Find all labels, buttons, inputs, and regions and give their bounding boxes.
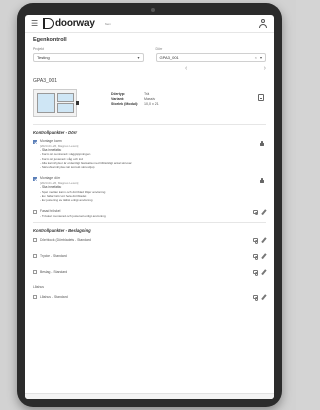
- checklist-group: Låshus: [25, 283, 274, 292]
- lock-icon[interactable]: [260, 178, 264, 184]
- bottom-bar: [25, 393, 274, 399]
- group-title: Låshus: [33, 285, 44, 290]
- divider: [33, 222, 266, 224]
- item-actions: [252, 269, 266, 276]
- project-value: Testing: [37, 55, 50, 60]
- item-bullet: - Tröskel monterad och justerad enligt a…: [40, 214, 106, 219]
- door-specs: Dörrtyp: Trä Variant: Massiv Storlek (Mo…: [111, 92, 159, 107]
- checkbox[interactable]: [33, 210, 37, 215]
- door-field: Dörr GPA3_001 × ▾: [155, 47, 266, 62]
- app-screen: ☰ doorway Nem Egenkontroll Projekt Testi…: [25, 15, 274, 399]
- camera-icon[interactable]: [252, 254, 259, 260]
- camera-icon[interactable]: [252, 270, 259, 276]
- item-bullet: - Ev justering av tätlist enligt anvisni…: [40, 198, 93, 203]
- checkbox[interactable]: [33, 270, 37, 275]
- chevron-down-icon: ▾: [259, 55, 262, 60]
- top-bar: ☰ doorway Nem: [25, 15, 274, 33]
- section-title-door: Kontrollpunkter - Dörr: [33, 130, 77, 135]
- checklist-item: Montage karm [2023-01-26, Magnus Lexén] …: [25, 137, 274, 171]
- door-value: GPA3_001: [159, 55, 179, 60]
- door-select[interactable]: GPA3_001 × ▾: [155, 53, 266, 62]
- lock-icon[interactable]: [260, 141, 264, 146]
- checkbox[interactable]: [33, 140, 37, 144]
- checklist-item: Beslag - Standard: [25, 267, 274, 280]
- door-summary: Dörrtyp: Trä Variant: Massiv Storlek (Mo…: [25, 88, 274, 122]
- camera-icon[interactable]: [252, 238, 259, 244]
- section-title-hardware: Kontrollpunkter - Beslagning: [33, 228, 91, 234]
- camera-icon[interactable]: [252, 295, 259, 301]
- project-select[interactable]: Testing ▾: [33, 53, 144, 62]
- topbar-subtitle: Nem: [104, 21, 112, 26]
- checkbox[interactable]: [33, 177, 37, 182]
- item-title: Låshus - Standard: [40, 295, 68, 300]
- camera-icon[interactable]: [252, 210, 259, 216]
- checklist-item: Trycke - Standard: [25, 251, 274, 264]
- camera-dot: [151, 8, 155, 12]
- door-drawing: [33, 89, 79, 117]
- clear-icon[interactable]: ×: [255, 55, 257, 60]
- document-icon[interactable]: [258, 94, 264, 101]
- next-door-button[interactable]: ›: [264, 65, 266, 72]
- page-title: Egenkontroll: [33, 37, 67, 43]
- item-actions: [252, 253, 266, 260]
- item-title: Trycke - Standard: [40, 254, 67, 259]
- door-navigation: ‹ ›: [25, 62, 274, 72]
- item-actions: [252, 209, 266, 216]
- logo[interactable]: doorway: [43, 18, 95, 29]
- checkbox[interactable]: [33, 254, 37, 259]
- logo-mark: [43, 18, 54, 29]
- chevron-down-icon: ▾: [137, 55, 140, 60]
- checklist-item: Låshus - Standard: [25, 292, 274, 305]
- logo-text: doorway: [55, 18, 95, 29]
- filter-fields: Projekt Testing ▾ Dörr GPA3_001 × ▾: [25, 47, 274, 62]
- item-actions: [252, 294, 266, 301]
- previous-door-button[interactable]: ‹: [185, 65, 187, 72]
- item-actions: [252, 237, 266, 244]
- user-icon[interactable]: [258, 18, 268, 29]
- door-label: Dörr: [155, 47, 163, 51]
- item-title: Beslag - Standard: [40, 270, 68, 275]
- checklist-item: Montage dörr [2023-01-26, Magnus Lexén] …: [25, 174, 274, 204]
- item-bullet: - Skruv/karmhylsa när korrekt skruvdjup: [40, 165, 95, 170]
- stage: ☰ doorway Nem Egenkontroll Projekt Testi…: [0, 0, 296, 410]
- project-field: Projekt Testing ▾: [33, 47, 144, 62]
- divider: [33, 124, 266, 125]
- door-id: GPA3_001: [33, 78, 58, 84]
- item-title: Dörrblock (Dörrbladets - Standard: [40, 238, 91, 243]
- tablet-frame: ☰ doorway Nem Egenkontroll Projekt Testi…: [17, 3, 282, 407]
- checkbox[interactable]: [33, 295, 37, 300]
- hamburger-icon[interactable]: ☰: [31, 19, 43, 28]
- project-label: Projekt: [33, 47, 44, 51]
- checklist-item: Fasad tröskel - Tröskel monterad och jus…: [25, 207, 274, 220]
- checkbox[interactable]: [33, 238, 37, 243]
- checklist-item: Dörrblock (Dörrbladets - Standard: [25, 235, 274, 248]
- spec-row: Storlek (Modul): 10,0 x 21: [111, 102, 159, 106]
